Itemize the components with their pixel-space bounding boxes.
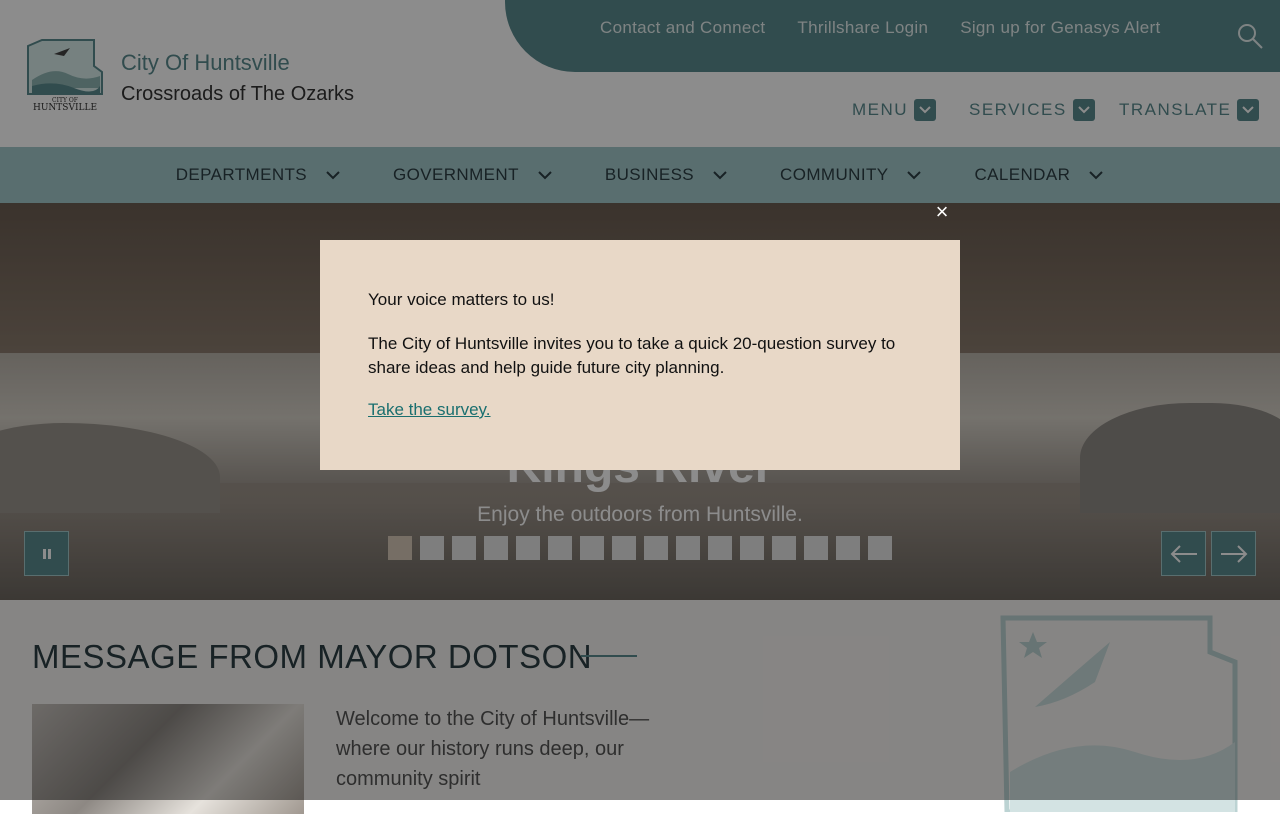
take-survey-link[interactable]: Take the survey. xyxy=(368,400,491,420)
modal-heading-text: Your voice matters to us! xyxy=(368,290,555,309)
modal-body-text: The City of Huntsville invites you to ta… xyxy=(368,334,896,377)
close-icon[interactable]: × xyxy=(930,200,954,224)
survey-modal: Your voice matters to us! The City of Hu… xyxy=(320,240,960,470)
